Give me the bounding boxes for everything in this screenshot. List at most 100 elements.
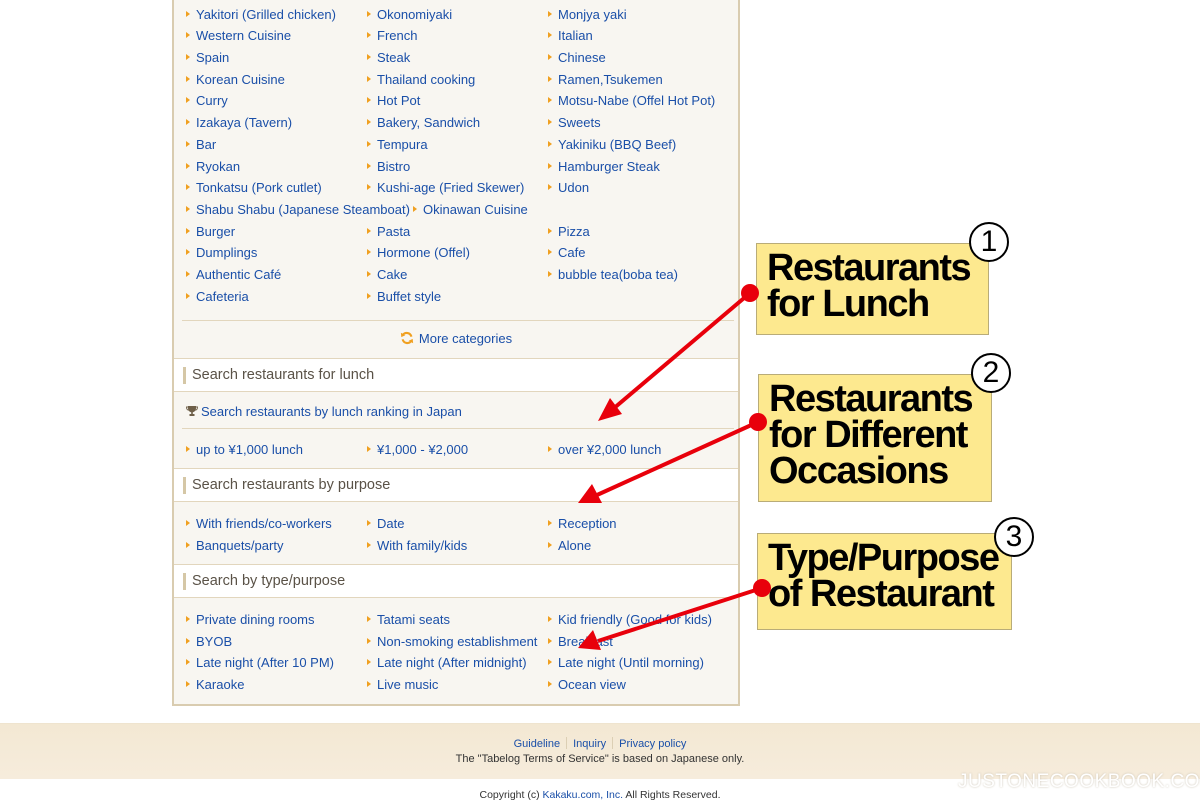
category-link[interactable]: French bbox=[367, 27, 417, 45]
category-link[interactable]: Seafood bbox=[186, 0, 244, 2]
type-purpose-label: Private dining rooms bbox=[196, 612, 315, 627]
category-link[interactable]: Udon bbox=[548, 179, 589, 197]
callout-line: Type/Purpose bbox=[768, 537, 1000, 579]
kakaku-link[interactable]: Kakaku.com, Inc. bbox=[543, 789, 624, 800]
category-link[interactable]: Okonomiyaki bbox=[367, 6, 452, 24]
bullet-arrow-icon bbox=[548, 10, 552, 17]
category-link[interactable]: Bistro bbox=[367, 158, 410, 176]
bullet-arrow-icon bbox=[367, 75, 371, 82]
bullet-arrow-icon bbox=[186, 10, 190, 17]
category-link[interactable]: Korean Cuisine bbox=[186, 71, 285, 89]
lunch-ranking-label: Search restaurants by lunch ranking in J… bbox=[201, 404, 462, 419]
inquiry-link[interactable]: Inquiry bbox=[567, 738, 612, 750]
category-link[interactable]: Curry bbox=[186, 92, 228, 110]
category-link[interactable]: Ryokan bbox=[186, 158, 240, 176]
bullet-arrow-icon bbox=[367, 227, 371, 234]
lunch-price-link[interactable]: over ¥2,000 lunch bbox=[548, 441, 661, 459]
privacy-policy-link[interactable]: Privacy policy bbox=[613, 738, 692, 750]
category-link[interactable]: Bar bbox=[186, 136, 216, 154]
bullet-arrow-icon bbox=[186, 75, 190, 82]
type-purpose-link[interactable]: Late night (After 10 PM) bbox=[186, 654, 334, 672]
bullet-arrow-icon bbox=[548, 446, 552, 452]
type-purpose-link[interactable]: Late night (After midnight) bbox=[367, 654, 527, 672]
category-link[interactable]: Steak bbox=[367, 49, 410, 67]
type-purpose-label: Non-smoking establishment bbox=[377, 633, 538, 649]
guideline-link[interactable]: Guideline bbox=[508, 738, 566, 750]
bullet-arrow-icon bbox=[367, 249, 371, 256]
category-row: Shabu Shabu (Japanese Steamboat) Okinawan… bbox=[182, 201, 734, 223]
footer-links: Guideline Inquiry Privacy policy bbox=[0, 737, 1200, 750]
category-link[interactable]: Shabu Shabu (Japanese Steamboat) bbox=[186, 201, 410, 219]
category-link[interactable]: Hormone (Offel) bbox=[367, 244, 470, 262]
purpose-link[interactable]: Reception bbox=[548, 515, 617, 533]
category-link[interactable]: Spain bbox=[186, 49, 229, 67]
category-label: Pasta bbox=[377, 223, 411, 239]
category-link[interactable]: Yakitori (Grilled chicken) bbox=[186, 6, 336, 24]
category-link[interactable]: Buffet style bbox=[367, 288, 441, 306]
bullet-arrow-icon bbox=[413, 205, 417, 212]
bullet-arrow-icon bbox=[186, 637, 190, 644]
category-row: Tonkatsu (Pork cutlet) Kushi-age (Fried S… bbox=[182, 179, 734, 201]
category-label: Tonkatsu (Pork cutlet) bbox=[196, 180, 322, 196]
type-purpose-link[interactable]: BYOB bbox=[186, 633, 232, 651]
search-panel: Seafood Soba Unagi (Freshwater eel) Yakitor… bbox=[172, 0, 740, 706]
purpose-link[interactable]: Alone bbox=[548, 537, 591, 555]
purpose-link[interactable]: With family/kids bbox=[367, 537, 467, 555]
category-link[interactable]: Italian bbox=[548, 27, 593, 45]
category-link[interactable]: Yakiniku (BBQ Beef) bbox=[548, 136, 676, 154]
category-link[interactable]: Hot Pot bbox=[367, 92, 420, 110]
purpose-label: Date bbox=[377, 516, 405, 531]
lunch-price-link[interactable]: up to ¥1,000 lunch bbox=[186, 441, 303, 459]
category-link[interactable]: Tonkatsu (Pork cutlet) bbox=[186, 179, 322, 197]
lunch-price-link[interactable]: ¥1,000 - ¥2,000 bbox=[367, 441, 468, 459]
category-link[interactable]: Chinese bbox=[548, 49, 606, 67]
category-link[interactable]: Unagi (Freshwater eel) bbox=[548, 0, 690, 2]
purpose-link[interactable]: Banquets/party bbox=[186, 537, 283, 555]
bullet-arrow-icon bbox=[186, 184, 190, 191]
category-link[interactable]: Cafeteria bbox=[186, 288, 249, 306]
annotation-callout-lunch: Restaurants for Lunch 1 bbox=[756, 222, 1009, 335]
category-link[interactable]: Western Cuisine bbox=[186, 27, 291, 45]
category-link[interactable]: Okinawan Cuisine bbox=[413, 201, 528, 219]
category-link[interactable]: bubble tea(boba tea) bbox=[548, 266, 678, 284]
type-purpose-link[interactable]: Non-smoking establishment bbox=[367, 633, 537, 651]
type-purpose-link[interactable]: Live music bbox=[367, 676, 438, 694]
category-link[interactable]: Tempura bbox=[367, 136, 428, 154]
category-link[interactable]: Izakaya (Tavern) bbox=[186, 114, 292, 132]
purpose-link[interactable]: With friends/co-workers bbox=[186, 515, 332, 533]
callout-line: for Different bbox=[769, 414, 968, 456]
category-link[interactable]: Dumplings bbox=[186, 244, 257, 262]
category-link[interactable]: Soba bbox=[367, 0, 407, 2]
category-link[interactable]: Pasta bbox=[367, 223, 410, 241]
category-link[interactable]: Authentic Café bbox=[186, 266, 281, 284]
category-label: Bistro bbox=[377, 158, 411, 174]
purpose-link[interactable]: Date bbox=[367, 515, 404, 533]
type-purpose-link[interactable]: Tatami seats bbox=[367, 611, 450, 629]
category-link[interactable]: Ramen,Tsukemen bbox=[548, 71, 663, 89]
category-row: Izakaya (Tavern) Bakery, Sandwich Sweets bbox=[182, 114, 734, 136]
category-link[interactable]: Sweets bbox=[548, 114, 601, 132]
category-link[interactable]: Cake bbox=[367, 266, 407, 284]
divider bbox=[182, 428, 734, 429]
terms-note: The "Tabelog Terms of Service" is based … bbox=[455, 753, 745, 765]
category-link[interactable]: Hamburger Steak bbox=[548, 158, 660, 176]
category-link[interactable]: Pizza bbox=[548, 223, 590, 241]
type-purpose-link[interactable]: Private dining rooms bbox=[186, 611, 315, 629]
bullet-arrow-icon bbox=[548, 184, 552, 191]
type-purpose-link[interactable]: Late night (Until morning) bbox=[548, 654, 704, 672]
more-categories-link[interactable]: More categories bbox=[174, 331, 738, 346]
category-link[interactable]: Thailand cooking bbox=[367, 71, 475, 89]
type-purpose-link[interactable]: Karaoke bbox=[186, 676, 244, 694]
lunch-ranking-link[interactable]: Search restaurants by lunch ranking in J… bbox=[186, 404, 462, 419]
type-purpose-link[interactable]: Breakfast bbox=[548, 633, 613, 651]
category-link[interactable]: Motsu-Nabe (Offel Hot Pot) bbox=[548, 92, 715, 110]
category-link[interactable]: Cafe bbox=[548, 244, 585, 262]
type-purpose-link[interactable]: Ocean view bbox=[548, 676, 626, 694]
category-link[interactable]: Kushi-age (Fried Skewer) bbox=[367, 179, 524, 197]
type-purpose-link[interactable]: Kid friendly (Good for kids) bbox=[548, 611, 712, 629]
category-link[interactable]: Bakery, Sandwich bbox=[367, 114, 480, 132]
bullet-arrow-icon bbox=[548, 270, 552, 277]
category-link[interactable]: Burger bbox=[186, 223, 235, 241]
category-link[interactable]: Monjya yaki bbox=[548, 6, 627, 24]
bullet-arrow-icon bbox=[186, 292, 190, 299]
